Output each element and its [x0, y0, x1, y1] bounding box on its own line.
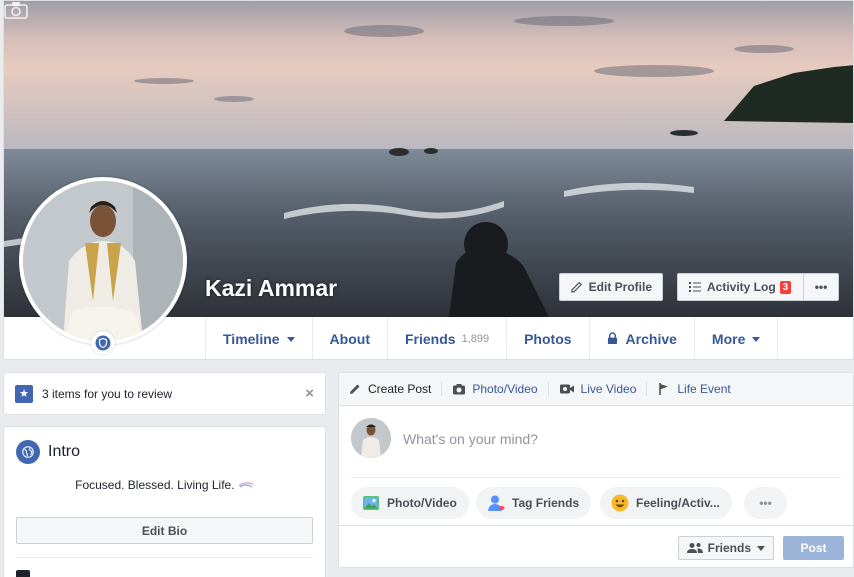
profile-nav: Timeline About Friends 1,899 Photos Arch…: [205, 317, 779, 359]
intro-card: Intro Focused. Blessed. Living Life. Edi…: [3, 426, 326, 577]
tab-friends-label: Friends: [404, 330, 456, 347]
more-actions-button[interactable]: •••: [744, 487, 787, 519]
close-icon[interactable]: ×: [305, 385, 314, 402]
tab-more[interactable]: More: [693, 317, 779, 359]
pencil-icon: [350, 384, 360, 394]
pencil-icon: [571, 281, 583, 293]
tab-timeline-label: Timeline: [223, 330, 280, 347]
post-text-input[interactable]: What's on your mind?: [403, 431, 538, 447]
lock-icon: [607, 332, 617, 344]
edit-profile-label: Edit Profile: [588, 280, 652, 294]
edit-bio-button[interactable]: Edit Bio: [16, 517, 313, 544]
post-composer: Create Post Photo/Video Live Video Life …: [338, 372, 854, 568]
tab-about[interactable]: About: [311, 317, 387, 359]
post-button[interactable]: Post: [783, 536, 844, 560]
globe-icon: [16, 440, 40, 464]
tab-archive-label: Archive: [625, 330, 677, 347]
star-icon: ★: [15, 384, 33, 403]
review-text: 3 items for you to review: [42, 386, 173, 401]
activity-log-label: Activity Log: [707, 280, 776, 294]
divider: [351, 477, 841, 478]
photo-video-label: Photo/Video: [387, 496, 457, 510]
profile-name[interactable]: Kazi Ammar: [205, 275, 337, 302]
bio-text: Focused. Blessed. Living Life.: [4, 478, 325, 492]
composer-footer: Friends Post: [339, 525, 853, 568]
tab-timeline[interactable]: Timeline: [205, 317, 312, 359]
work-icon: [16, 570, 30, 577]
more-dots-icon: •••: [814, 280, 828, 294]
tag-friends-button[interactable]: Tag Friends: [476, 487, 592, 519]
list-icon: [689, 282, 701, 292]
chevron-down-icon: [286, 337, 295, 342]
review-items-card[interactable]: ★ 3 items for you to review ×: [3, 372, 326, 415]
edit-profile-button[interactable]: Edit Profile: [559, 273, 663, 301]
avatar-image: [351, 418, 391, 458]
divider: [646, 382, 648, 396]
feeling-activity-button[interactable]: Feeling/Activ...: [600, 487, 732, 519]
tab-friends[interactable]: Friends 1,899: [386, 317, 506, 359]
friends-icon: [686, 543, 703, 553]
tag-friends-icon: [488, 495, 505, 511]
more-options-button[interactable]: •••: [803, 273, 839, 301]
chevron-down-icon: [757, 545, 765, 551]
tab-photo-video[interactable]: Photo/Video: [452, 382, 538, 396]
intro-detail-row: [16, 570, 216, 577]
profile-guard-badge[interactable]: [91, 331, 115, 355]
intro-header: Intro: [16, 440, 80, 464]
tab-photos[interactable]: Photos: [506, 317, 588, 359]
divider: [441, 382, 443, 396]
tab-create-post[interactable]: Create Post: [348, 382, 431, 396]
avatar: [23, 181, 183, 341]
tab-archive[interactable]: Archive: [588, 317, 694, 359]
friends-count: 1,899: [461, 332, 490, 345]
feeling-activity-label: Feeling/Activ...: [636, 496, 720, 510]
photo-video-button[interactable]: Photo/Video: [351, 487, 469, 519]
flag-icon: [659, 383, 669, 395]
tab-photos-label: Photos: [524, 330, 572, 347]
avatar-image: [23, 181, 183, 341]
bio-text-content: Focused. Blessed. Living Life.: [75, 478, 235, 492]
more-icon: •••: [759, 496, 772, 510]
chevron-down-icon: [752, 337, 761, 342]
divider: [16, 557, 313, 558]
sparkle-emoji-icon: [238, 482, 254, 488]
tab-more-label: More: [711, 330, 746, 347]
video-icon: [559, 384, 574, 394]
notification-badge: 3: [779, 280, 792, 294]
profile-picture[interactable]: [19, 177, 187, 345]
photo-icon: [363, 496, 379, 510]
tab-live-video[interactable]: Live Video: [559, 382, 637, 396]
tab-about-label: About: [329, 330, 370, 347]
composer-tabs: Create Post Photo/Video Live Video Life …: [339, 373, 853, 406]
tab-life-event-label: Life Event: [677, 382, 731, 396]
tab-life-event[interactable]: Life Event: [657, 382, 731, 396]
avatar[interactable]: [351, 418, 391, 458]
activity-log-button[interactable]: Activity Log 3: [677, 273, 803, 301]
divider: [547, 382, 549, 396]
shield-icon: [95, 335, 111, 351]
tab-create-post-label: Create Post: [368, 382, 432, 396]
camera-icon[interactable]: [4, 1, 28, 19]
tag-friends-label: Tag Friends: [512, 496, 580, 510]
smiley-icon: [611, 494, 629, 512]
audience-selector[interactable]: Friends: [677, 536, 774, 560]
intro-title: Intro: [48, 443, 81, 460]
tab-live-video-label: Live Video: [580, 382, 637, 396]
camera-icon: [453, 384, 466, 395]
audience-label: Friends: [707, 541, 751, 555]
tab-photo-video-label: Photo/Video: [472, 382, 538, 396]
